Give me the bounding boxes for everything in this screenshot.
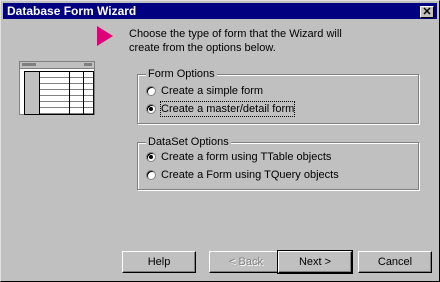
back-button[interactable]: < Back <box>209 251 283 273</box>
help-button[interactable]: Help <box>122 251 196 273</box>
pointer-arrow-icon <box>97 26 113 46</box>
radio-tquery-label: Create a Form using TQuery objects <box>161 169 339 181</box>
preview-grid-icon <box>24 71 94 115</box>
dataset-options-legend: DataSet Options <box>146 136 231 149</box>
instruction-text: Choose the type of form that the Wizard … <box>129 28 342 54</box>
form-options-legend: Form Options <box>146 68 217 81</box>
help-button-label: Help <box>147 256 171 268</box>
next-button-label: Next > <box>298 256 332 268</box>
radio-simple-form[interactable]: Create a simple form <box>146 84 263 98</box>
cancel-button-label: Cancel <box>377 256 413 268</box>
radio-tquery[interactable]: Create a Form using TQuery objects <box>146 168 339 182</box>
radio-master-detail-form[interactable]: Create a master/detail form <box>146 101 296 117</box>
radio-ttable-indicator[interactable] <box>146 152 156 162</box>
back-button-label: < Back <box>229 256 263 268</box>
window-title: Database Form Wizard <box>7 4 137 18</box>
next-button[interactable]: Next > <box>277 250 353 274</box>
radio-tquery-indicator[interactable] <box>146 170 156 180</box>
dataset-options-group: DataSet Options Create a form using TTab… <box>137 136 419 190</box>
radio-ttable-label: Create a form using TTable objects <box>161 151 332 163</box>
close-icon: ✕ <box>422 6 432 18</box>
radio-simple-form-label: Create a simple form <box>161 85 264 97</box>
close-button[interactable]: ✕ <box>420 6 434 18</box>
grid-preview-image <box>19 61 95 115</box>
radio-ttable[interactable]: Create a form using TTable objects <box>146 150 331 164</box>
radio-master-detail-form-indicator[interactable] <box>146 104 156 114</box>
preview-toolbar <box>20 62 94 69</box>
radio-master-detail-form-label: Create a master/detail form <box>159 101 296 117</box>
cancel-button[interactable]: Cancel <box>358 251 432 273</box>
title-bar[interactable]: Database Form Wizard ✕ <box>3 3 437 19</box>
wizard-window: Database Form Wizard ✕ Choose the type o… <box>0 0 440 282</box>
form-options-group: Form Options Create a simple form Create… <box>137 68 419 124</box>
radio-simple-form-indicator[interactable] <box>146 86 156 96</box>
